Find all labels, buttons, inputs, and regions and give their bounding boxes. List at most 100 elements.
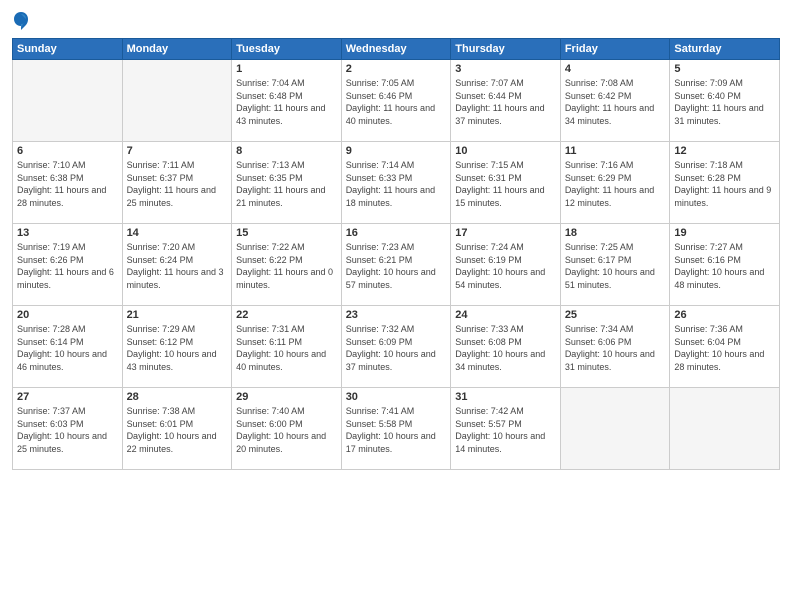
day-cell: 10 Sunrise: 7:15 AM Sunset: 6:31 PM Dayli… — [451, 142, 561, 224]
day-cell: 13 Sunrise: 7:19 AM Sunset: 6:26 PM Dayli… — [13, 224, 123, 306]
day-number: 13 — [17, 227, 118, 239]
day-number: 26 — [674, 309, 775, 321]
day-cell: 6 Sunrise: 7:10 AM Sunset: 6:38 PM Daylig… — [13, 142, 123, 224]
day-number: 21 — [127, 309, 228, 321]
day-number: 19 — [674, 227, 775, 239]
day-info: Sunrise: 7:20 AM Sunset: 6:24 PM Dayligh… — [127, 241, 228, 291]
day-number: 23 — [346, 309, 447, 321]
day-info: Sunrise: 7:04 AM Sunset: 6:48 PM Dayligh… — [236, 77, 337, 127]
day-info: Sunrise: 7:29 AM Sunset: 6:12 PM Dayligh… — [127, 323, 228, 373]
day-number: 9 — [346, 145, 447, 157]
day-header-thursday: Thursday — [451, 39, 561, 60]
day-info: Sunrise: 7:36 AM Sunset: 6:04 PM Dayligh… — [674, 323, 775, 373]
day-cell: 16Sunrise: 7:23 AM Sunset: 6:21 PM Dayli… — [341, 224, 451, 306]
week-row-5: 27 Sunrise: 7:37 AM Sunset: 6:03 PM Dayli… — [13, 388, 780, 470]
header — [12, 10, 780, 32]
day-number: 29 — [236, 391, 337, 403]
day-info: Sunrise: 7:11 AM Sunset: 6:37 PM Dayligh… — [127, 159, 228, 209]
day-cell: 11 Sunrise: 7:16 AM Sunset: 6:29 PM Dayli… — [560, 142, 670, 224]
day-header-sunday: Sunday — [13, 39, 123, 60]
day-info: Sunrise: 7:41 AM Sunset: 5:58 PM Dayligh… — [346, 405, 447, 455]
day-info: Sunrise: 7:37 AM Sunset: 6:03 PM Dayligh… — [17, 405, 118, 455]
day-info: Sunrise: 7:42 AM Sunset: 5:57 PM Dayligh… — [455, 405, 556, 455]
day-header-wednesday: Wednesday — [341, 39, 451, 60]
day-cell: 22 Sunrise: 7:31 AM Sunset: 6:11 PM Dayli… — [232, 306, 342, 388]
day-number: 10 — [455, 145, 556, 157]
day-cell: 2Sunrise: 7:05 AM Sunset: 6:46 PM Daylig… — [341, 60, 451, 142]
day-header-friday: Friday — [560, 39, 670, 60]
day-number: 15 — [236, 227, 337, 239]
day-number: 7 — [127, 145, 228, 157]
day-number: 5 — [674, 63, 775, 75]
day-cell: 15 Sunrise: 7:22 AM Sunset: 6:22 PM Dayli… — [232, 224, 342, 306]
header-row: SundayMondayTuesdayWednesdayThursdayFrid… — [13, 39, 780, 60]
day-info: Sunrise: 7:05 AM Sunset: 6:46 PM Dayligh… — [346, 77, 447, 127]
day-cell: 4Sunrise: 7:08 AM Sunset: 6:42 PM Daylig… — [560, 60, 670, 142]
day-cell: 29 Sunrise: 7:40 AM Sunset: 6:00 PM Dayli… — [232, 388, 342, 470]
day-cell: 18 Sunrise: 7:25 AM Sunset: 6:17 PM Dayli… — [560, 224, 670, 306]
day-number: 18 — [565, 227, 666, 239]
day-cell: 19 Sunrise: 7:27 AM Sunset: 6:16 PM Dayli… — [670, 224, 780, 306]
day-info: Sunrise: 7:18 AM Sunset: 6:28 PM Dayligh… — [674, 159, 775, 209]
day-cell: 27 Sunrise: 7:37 AM Sunset: 6:03 PM Dayli… — [13, 388, 123, 470]
day-cell: 3Sunrise: 7:07 AM Sunset: 6:44 PM Daylig… — [451, 60, 561, 142]
day-number: 31 — [455, 391, 556, 403]
day-cell: 1 Sunrise: 7:04 AM Sunset: 6:48 PM Daylig… — [232, 60, 342, 142]
day-info: Sunrise: 7:28 AM Sunset: 6:14 PM Dayligh… — [17, 323, 118, 373]
day-header-monday: Monday — [122, 39, 232, 60]
day-cell: 17 Sunrise: 7:24 AM Sunset: 6:19 PM Dayli… — [451, 224, 561, 306]
day-cell: 24Sunrise: 7:33 AM Sunset: 6:08 PM Dayli… — [451, 306, 561, 388]
day-number: 6 — [17, 145, 118, 157]
day-number: 12 — [674, 145, 775, 157]
day-number: 27 — [17, 391, 118, 403]
day-number: 22 — [236, 309, 337, 321]
day-cell: 20 Sunrise: 7:28 AM Sunset: 6:14 PM Dayli… — [13, 306, 123, 388]
day-info: Sunrise: 7:22 AM Sunset: 6:22 PM Dayligh… — [236, 241, 337, 291]
day-cell: 7 Sunrise: 7:11 AM Sunset: 6:37 PM Daylig… — [122, 142, 232, 224]
calendar-page: SundayMondayTuesdayWednesdayThursdayFrid… — [0, 0, 792, 612]
day-cell: 5 Sunrise: 7:09 AM Sunset: 6:40 PM Daylig… — [670, 60, 780, 142]
day-cell — [13, 60, 123, 142]
day-number: 25 — [565, 309, 666, 321]
day-info: Sunrise: 7:40 AM Sunset: 6:00 PM Dayligh… — [236, 405, 337, 455]
day-number: 20 — [17, 309, 118, 321]
day-info: Sunrise: 7:38 AM Sunset: 6:01 PM Dayligh… — [127, 405, 228, 455]
day-info: Sunrise: 7:32 AM Sunset: 6:09 PM Dayligh… — [346, 323, 447, 373]
day-info: Sunrise: 7:10 AM Sunset: 6:38 PM Dayligh… — [17, 159, 118, 209]
day-info: Sunrise: 7:09 AM Sunset: 6:40 PM Dayligh… — [674, 77, 775, 127]
calendar-table: SundayMondayTuesdayWednesdayThursdayFrid… — [12, 38, 780, 470]
week-row-2: 6 Sunrise: 7:10 AM Sunset: 6:38 PM Daylig… — [13, 142, 780, 224]
day-number: 11 — [565, 145, 666, 157]
day-info: Sunrise: 7:08 AM Sunset: 6:42 PM Dayligh… — [565, 77, 666, 127]
day-cell — [122, 60, 232, 142]
day-info: Sunrise: 7:07 AM Sunset: 6:44 PM Dayligh… — [455, 77, 556, 127]
day-info: Sunrise: 7:19 AM Sunset: 6:26 PM Dayligh… — [17, 241, 118, 291]
day-info: Sunrise: 7:34 AM Sunset: 6:06 PM Dayligh… — [565, 323, 666, 373]
day-cell: 26 Sunrise: 7:36 AM Sunset: 6:04 PM Dayli… — [670, 306, 780, 388]
logo-icon — [12, 10, 30, 32]
day-number: 17 — [455, 227, 556, 239]
day-cell: 9 Sunrise: 7:14 AM Sunset: 6:33 PM Daylig… — [341, 142, 451, 224]
day-cell: 8 Sunrise: 7:13 AM Sunset: 6:35 PM Daylig… — [232, 142, 342, 224]
day-number: 1 — [236, 63, 337, 75]
day-cell: 21 Sunrise: 7:29 AM Sunset: 6:12 PM Dayli… — [122, 306, 232, 388]
day-header-saturday: Saturday — [670, 39, 780, 60]
day-info: Sunrise: 7:27 AM Sunset: 6:16 PM Dayligh… — [674, 241, 775, 291]
day-info: Sunrise: 7:15 AM Sunset: 6:31 PM Dayligh… — [455, 159, 556, 209]
day-cell: 25 Sunrise: 7:34 AM Sunset: 6:06 PM Dayli… — [560, 306, 670, 388]
day-cell: 12 Sunrise: 7:18 AM Sunset: 6:28 PM Dayli… — [670, 142, 780, 224]
day-info: Sunrise: 7:33 AM Sunset: 6:08 PM Dayligh… — [455, 323, 556, 373]
day-info: Sunrise: 7:31 AM Sunset: 6:11 PM Dayligh… — [236, 323, 337, 373]
day-cell: 23 Sunrise: 7:32 AM Sunset: 6:09 PM Dayli… — [341, 306, 451, 388]
day-info: Sunrise: 7:24 AM Sunset: 6:19 PM Dayligh… — [455, 241, 556, 291]
day-info: Sunrise: 7:23 AM Sunset: 6:21 PM Dayligh… — [346, 241, 447, 291]
day-info: Sunrise: 7:13 AM Sunset: 6:35 PM Dayligh… — [236, 159, 337, 209]
day-cell: 28Sunrise: 7:38 AM Sunset: 6:01 PM Dayli… — [122, 388, 232, 470]
week-row-1: 1 Sunrise: 7:04 AM Sunset: 6:48 PM Daylig… — [13, 60, 780, 142]
day-info: Sunrise: 7:14 AM Sunset: 6:33 PM Dayligh… — [346, 159, 447, 209]
day-cell: 31 Sunrise: 7:42 AM Sunset: 5:57 PM Dayli… — [451, 388, 561, 470]
week-row-4: 20 Sunrise: 7:28 AM Sunset: 6:14 PM Dayli… — [13, 306, 780, 388]
day-info: Sunrise: 7:25 AM Sunset: 6:17 PM Dayligh… — [565, 241, 666, 291]
day-number: 8 — [236, 145, 337, 157]
day-info: Sunrise: 7:16 AM Sunset: 6:29 PM Dayligh… — [565, 159, 666, 209]
